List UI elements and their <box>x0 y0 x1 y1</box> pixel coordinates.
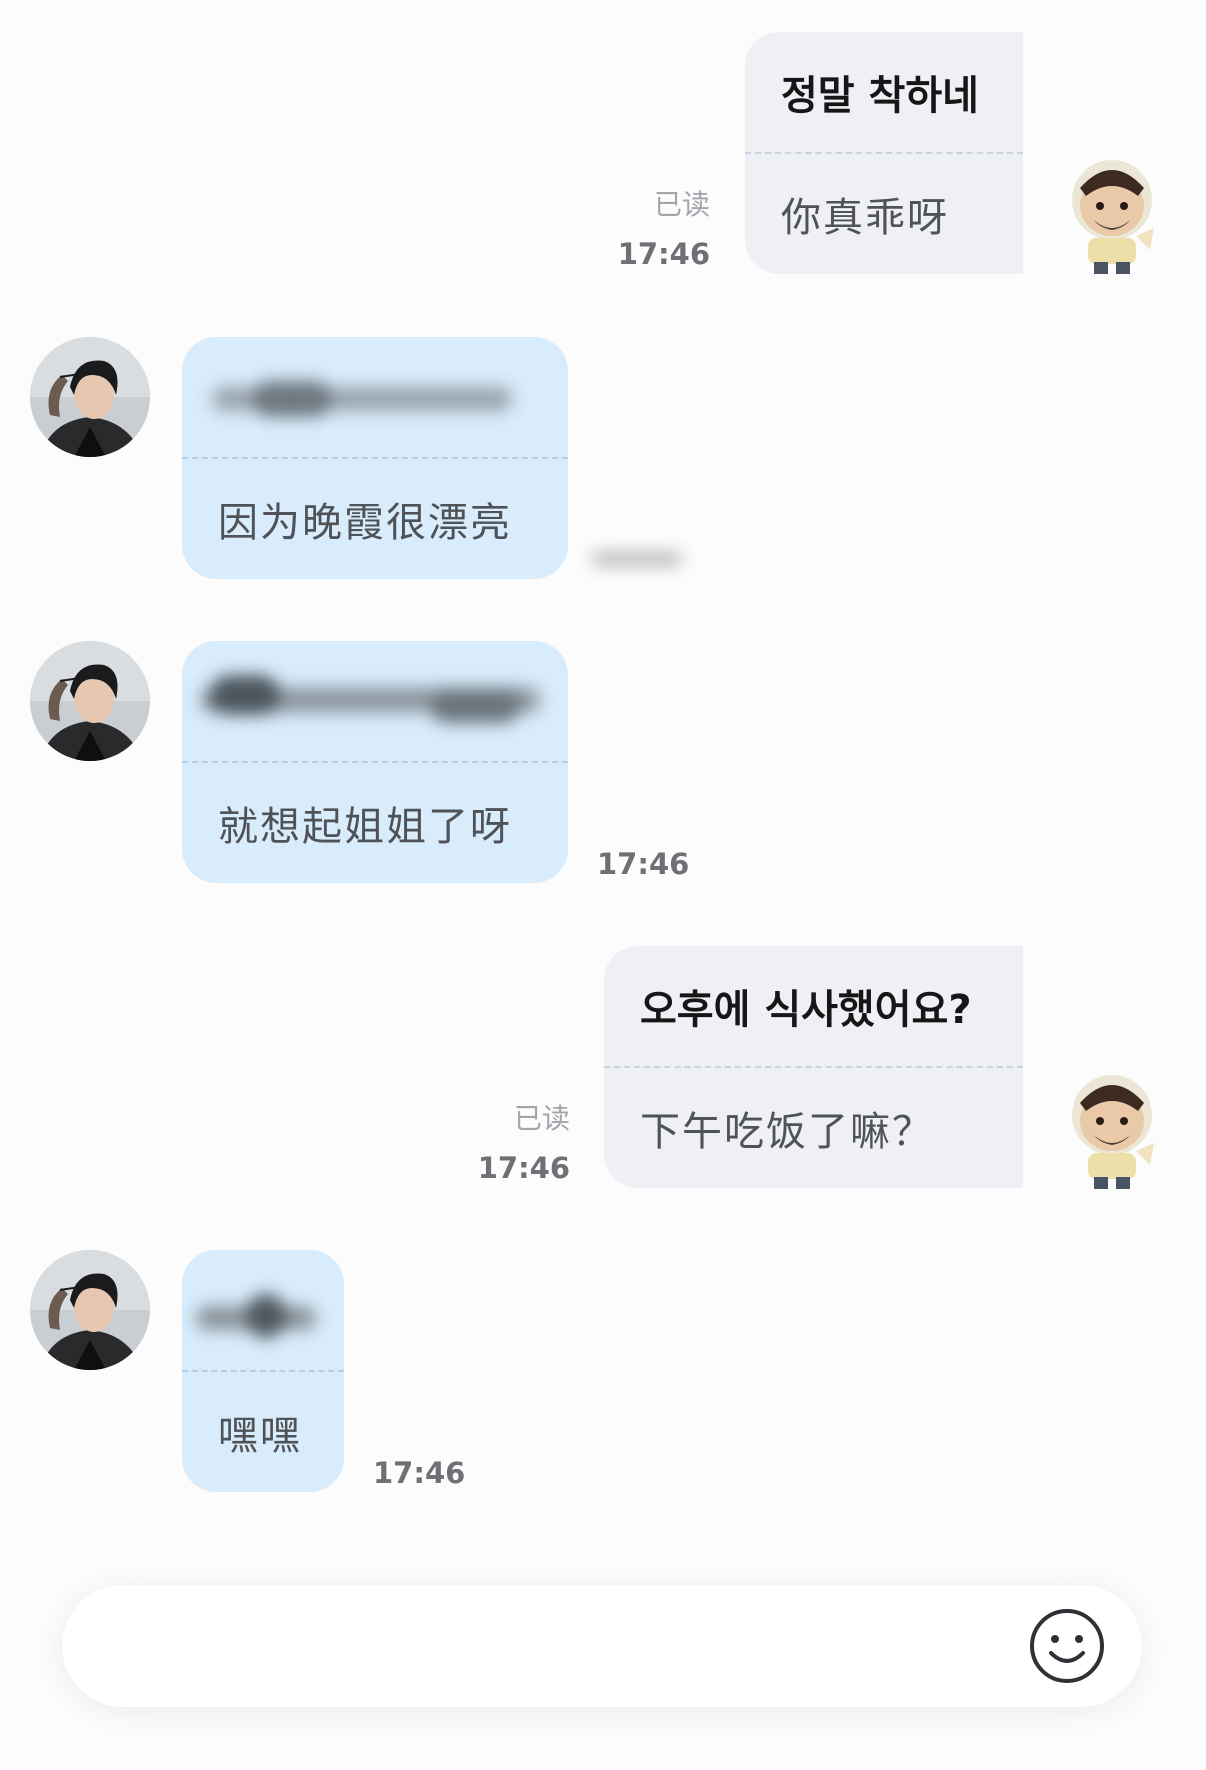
original-text-redacted <box>182 337 568 457</box>
message-bubble-outgoing[interactable]: 오후에 식사했어요? 下午吃饭了嘛？ <box>604 946 1023 1188</box>
translated-text: 因为晚霞很漂亮 <box>218 500 512 546</box>
translated-text: 嘿嘿 <box>218 1413 302 1459</box>
message-bubble-incoming[interactable]: 嘿嘿 <box>182 1250 344 1492</box>
message-bubble-outgoing[interactable]: 정말 착하네 你真乖呀 <box>745 32 1023 274</box>
contact-photo-icon <box>30 337 150 457</box>
contact-photo-icon <box>30 1250 150 1370</box>
message-bubble-incoming[interactable]: 因为晚霞很漂亮 <box>182 337 568 579</box>
chat-screen: 已读 17:46 정말 착하네 你真乖呀 因为晚霞很漂亮 就想起姐姐了呀 17:… <box>0 0 1206 1770</box>
user-avatar-sticker[interactable] <box>1068 158 1156 276</box>
message-time: 17:46 <box>477 1151 570 1185</box>
contact-avatar[interactable] <box>30 641 150 761</box>
translated-text: 就想起姐姐了呀 <box>218 804 512 850</box>
original-text: 정말 착하네 <box>781 73 979 119</box>
read-receipt: 已读 <box>653 188 710 221</box>
message-meta: 已读 17:46 <box>618 183 710 271</box>
message-time: 17:46 <box>373 1456 466 1490</box>
redacted-mark <box>592 552 682 566</box>
original-text: 오후에 식사했어요? <box>640 987 972 1033</box>
sticker-character-icon <box>1072 1075 1154 1189</box>
sticker-character-icon <box>1072 160 1154 274</box>
contact-photo-icon <box>30 641 150 761</box>
translated-text: 你真乖呀 <box>781 195 949 241</box>
user-avatar-sticker[interactable] <box>1068 1073 1156 1191</box>
message-input[interactable] <box>62 1585 1142 1707</box>
original-text-redacted <box>182 1250 344 1370</box>
contact-avatar[interactable] <box>30 337 150 457</box>
message-time: 17:46 <box>597 847 690 881</box>
message-meta: 已读 17:46 <box>478 1097 570 1185</box>
smiley-icon[interactable] <box>1028 1607 1106 1685</box>
contact-avatar[interactable] <box>30 1250 150 1370</box>
original-text-redacted <box>182 641 568 761</box>
message-bubble-incoming[interactable]: 就想起姐姐了呀 <box>182 641 568 883</box>
read-receipt: 已读 <box>513 1102 570 1135</box>
message-time: 17:46 <box>617 237 710 271</box>
translated-text: 下午吃饭了嘛？ <box>640 1109 934 1155</box>
